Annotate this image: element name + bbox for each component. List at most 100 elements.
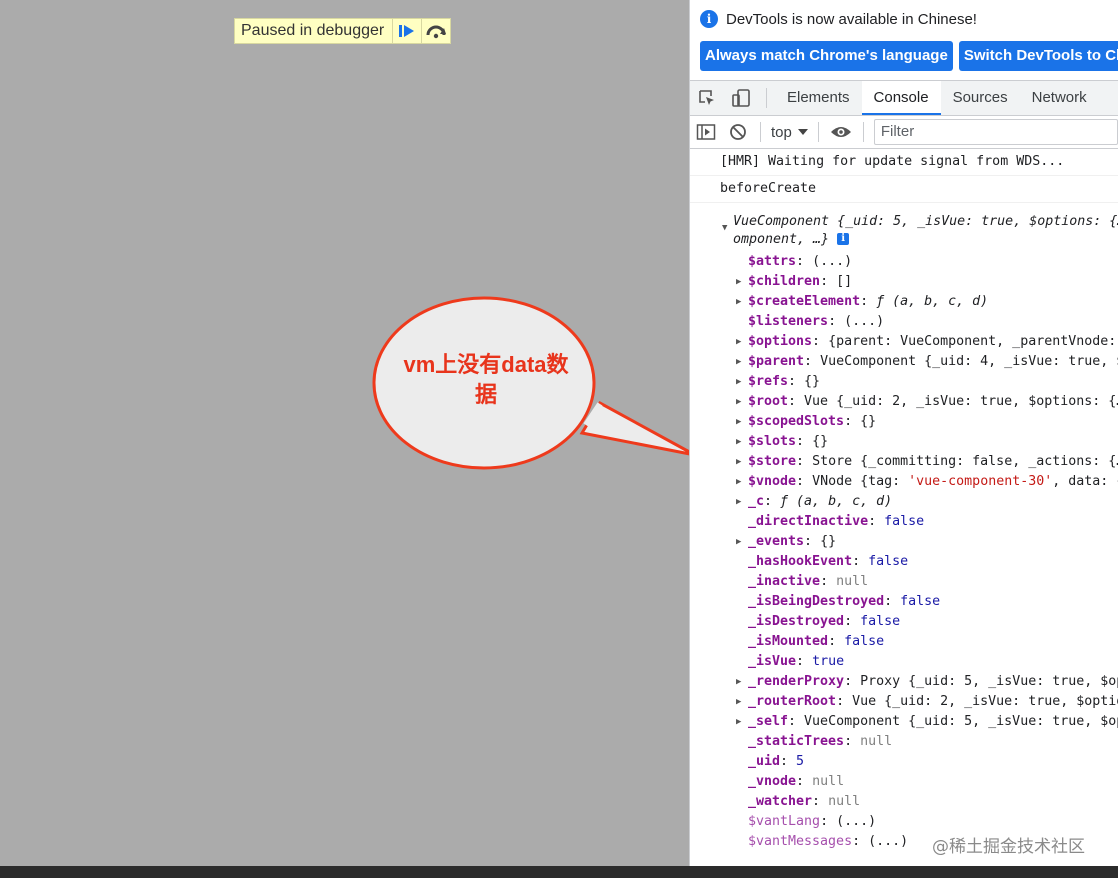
property-value: false xyxy=(844,634,885,649)
property-value[interactable]: (...) xyxy=(812,254,852,269)
expand-triangle-icon[interactable]: ▶ xyxy=(736,492,741,512)
object-property-row[interactable]: ▶ $slots: {} xyxy=(690,432,1118,452)
live-expression-button[interactable] xyxy=(825,117,857,147)
object-property-row[interactable]: ▶ $scopedSlots: {} xyxy=(690,412,1118,432)
property-key: _routerRoot xyxy=(748,694,837,709)
console-toolbar: top Filter xyxy=(690,116,1118,149)
expand-triangle-icon[interactable]: ▶ xyxy=(736,332,741,352)
property-key: _isBeingDestroyed xyxy=(748,594,885,609)
property-key: $listeners xyxy=(748,314,829,329)
object-property-row: _directInactive: false xyxy=(748,514,925,529)
context-label: top xyxy=(771,123,792,141)
tab-network[interactable]: Network xyxy=(1020,81,1099,115)
property-key: _staticTrees xyxy=(748,734,845,749)
tab-elements[interactable]: Elements xyxy=(775,81,862,115)
property-value: {} xyxy=(860,414,877,429)
object-property-row: _watcher: null xyxy=(748,794,861,809)
property-value: ƒ (a, b, c, d) xyxy=(876,294,989,309)
object-property-row[interactable]: ▶ _routerRoot: Vue {_uid: 2, _isVue: true… xyxy=(690,692,1118,712)
collapse-triangle-icon: ▼ xyxy=(722,223,728,233)
inspect-element-button[interactable] xyxy=(690,81,724,115)
expand-triangle-icon[interactable]: ▶ xyxy=(736,432,741,452)
dropdown-arrow-icon xyxy=(797,129,808,135)
property-value: null xyxy=(828,794,861,809)
property-key: _isVue xyxy=(748,654,797,669)
object-property-row: _vnode: null xyxy=(748,774,845,789)
object-property-row: _isVue: true xyxy=(748,654,845,669)
property-key: $parent xyxy=(748,354,805,369)
toolbar-divider xyxy=(766,88,767,108)
property-value: 5 xyxy=(796,754,805,769)
object-property-row[interactable]: ▶ $createElement: ƒ (a, b, c, d) xyxy=(690,292,1118,312)
object-header[interactable]: ▼ VueComponent {_uid: 5, _isVue: true, $… xyxy=(690,213,1118,249)
object-property-row[interactable]: ▶ $store: Store {_committing: false, _act… xyxy=(690,452,1118,472)
show-sidebar-button[interactable] xyxy=(690,117,722,147)
object-property-row[interactable]: ▶ $parent: VueComponent {_uid: 4, _isVue:… xyxy=(690,352,1118,372)
console-message: beforeCreate xyxy=(690,176,1118,203)
object-property-row[interactable]: ▶ $children: [] xyxy=(690,272,1118,292)
expand-triangle-icon[interactable]: ▶ xyxy=(736,532,741,552)
language-buttons: Always match Chrome's language Switch De… xyxy=(690,38,1118,74)
expand-triangle-icon[interactable]: ▶ xyxy=(736,292,741,312)
expand-triangle-icon[interactable]: ▶ xyxy=(736,672,741,692)
object-summary-line2: omponent, …} xyxy=(733,232,830,247)
console-filter-input[interactable]: Filter xyxy=(873,119,1118,145)
always-match-language-button[interactable]: Always match Chrome's language xyxy=(700,41,953,71)
object-summary-line1: VueComponent {_uid: 5, _isVue: true, $op… xyxy=(733,214,1118,229)
property-key: $vantLang xyxy=(748,814,821,829)
expand-triangle-icon[interactable]: ▶ xyxy=(736,272,741,292)
expand-triangle-icon[interactable]: ▶ xyxy=(736,452,741,472)
property-value: {} xyxy=(804,374,821,389)
property-value[interactable]: (...) xyxy=(844,314,884,329)
property-value[interactable]: (...) xyxy=(868,834,908,849)
expand-triangle-icon[interactable]: ▶ xyxy=(736,472,741,492)
object-property-row[interactable]: ▶ _self: VueComponent {_uid: 5, _isVue: t… xyxy=(690,712,1118,732)
property-key: _isDestroyed xyxy=(748,614,845,629)
property-key: $options xyxy=(748,334,813,349)
object-property-row[interactable]: ▶ $vnode: VNode {tag: 'vue-component-30',… xyxy=(690,472,1118,492)
property-key: _events xyxy=(748,534,805,549)
object-property-row[interactable]: ▶ _renderProxy: Proxy {_uid: 5, _isVue: t… xyxy=(690,672,1118,692)
object-property-row: $attrs: (...) xyxy=(748,254,853,269)
property-value: ƒ (a, b, c, d) xyxy=(780,494,893,509)
property-value: Vue {_uid: 2, _isVue: true, $options: {…… xyxy=(804,394,1118,409)
toolbar-divider xyxy=(862,122,864,142)
tab-console[interactable]: Console xyxy=(861,81,941,115)
language-infobar: i DevTools is now available in Chinese! xyxy=(690,0,1118,38)
expand-triangle-icon[interactable]: ▶ xyxy=(736,412,741,432)
device-toolbar-button[interactable] xyxy=(724,81,758,115)
property-key: $children xyxy=(748,274,821,289)
property-value: null xyxy=(860,734,893,749)
object-property-row: _isMounted: false xyxy=(748,634,885,649)
expand-triangle-icon[interactable]: ▶ xyxy=(736,712,741,732)
object-property-row[interactable]: ▶ $refs: {} xyxy=(690,372,1118,392)
switch-devtools-chinese-button[interactable]: Switch DevTools to Chinese xyxy=(958,41,1118,71)
expand-triangle-icon[interactable]: ▶ xyxy=(736,692,741,712)
property-value: VNode {tag: 'vue-component-30', data: {…… xyxy=(812,474,1118,489)
expand-triangle-icon[interactable]: ▶ xyxy=(736,392,741,412)
object-property-row: _hasHookEvent: false xyxy=(748,554,909,569)
property-value: false xyxy=(868,554,909,569)
object-property-row[interactable]: ▶ _events: {} xyxy=(690,532,1118,552)
object-property-row[interactable]: ▶ $root: Vue {_uid: 2, _isVue: true, $opt… xyxy=(690,392,1118,412)
property-value: null xyxy=(836,574,869,589)
object-property-row: $listeners: (...) xyxy=(748,314,885,329)
property-key: $vnode xyxy=(748,474,797,489)
tab-sources[interactable]: Sources xyxy=(941,81,1020,115)
info-icon: i xyxy=(700,10,718,28)
clear-console-button[interactable] xyxy=(722,117,754,147)
expand-triangle-icon[interactable]: ▶ xyxy=(736,372,741,392)
toolbar-divider xyxy=(817,122,819,142)
property-value: Proxy {_uid: 5, _isVue: true, $options: … xyxy=(860,674,1118,689)
property-key: _directInactive xyxy=(748,514,869,529)
property-value[interactable]: (...) xyxy=(836,814,876,829)
property-key: _self xyxy=(748,714,789,729)
expand-triangle-icon[interactable]: ▶ xyxy=(736,352,741,372)
property-value: Vue {_uid: 2, _isVue: true, $options: {…… xyxy=(852,694,1118,709)
context-selector[interactable]: top xyxy=(767,124,812,141)
object-property-row[interactable]: ▶ _c: ƒ (a, b, c, d) xyxy=(690,492,1118,512)
taskbar xyxy=(0,866,1118,878)
console-message: [HMR] Waiting for update signal from WDS… xyxy=(690,149,1118,176)
object-property-row[interactable]: ▶ $options: {parent: VueComponent, _paren… xyxy=(690,332,1118,352)
property-key: _vnode xyxy=(748,774,797,789)
